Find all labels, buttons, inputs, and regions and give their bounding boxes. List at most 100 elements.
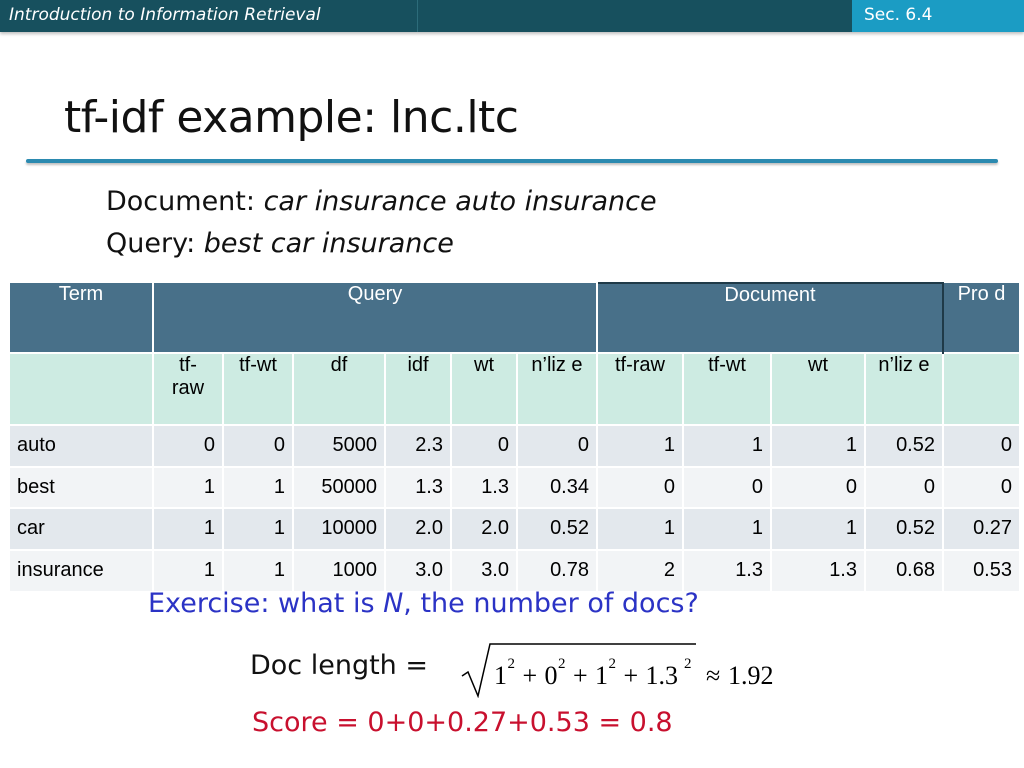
slide-header-bar: Introduction to Information Retrieval Se… [0, 0, 1024, 32]
subheader-cell: tf-raw [597, 352, 684, 425]
value-cell: 1 [223, 465, 294, 508]
doc-length-label: Doc length = [250, 650, 429, 681]
value-cell: 0.52 [865, 507, 944, 550]
value-cell: 0 [683, 465, 772, 508]
exercise-question: Exercise: what is N, the number of docs? [148, 588, 699, 619]
value-cell: 1 [153, 548, 224, 591]
subheader-cell: tf-wt [683, 352, 772, 425]
subheader-cell: wt [451, 352, 518, 425]
value-cell: 5000 [293, 424, 386, 467]
value-cell: 1 [223, 548, 294, 591]
value-cell: 1 [153, 465, 224, 508]
subheader-cell: df [293, 352, 386, 425]
value-cell: 0.78 [517, 548, 598, 591]
formula-term: 0 [545, 661, 558, 690]
subheader-cell [943, 352, 1021, 425]
subheader-cell: n’liz e [517, 352, 598, 425]
value-cell: 0.53 [943, 548, 1021, 591]
table-group-header-row: Term Query Document Pro d [10, 282, 1021, 353]
term-cell: insurance [10, 548, 154, 591]
query-label: Query: [106, 228, 204, 259]
value-cell: 1 [683, 424, 772, 467]
query-line: Query: best car insurance [106, 228, 454, 259]
value-cell: 0.34 [517, 465, 598, 508]
header-term: Term [10, 283, 154, 353]
value-cell: 0 [223, 424, 294, 467]
query-text: best car insurance [203, 228, 454, 259]
value-cell: 2.3 [385, 424, 452, 467]
subheader-cell: wt [771, 352, 866, 425]
header-prod: Pro d [943, 283, 1021, 353]
value-cell: 1000 [293, 548, 386, 591]
table-subheader-row: tf- raw tf-wt df idf wt n’liz e tf-raw tf-wt wt n… [10, 352, 1021, 425]
formula-exponent: 2 [684, 656, 692, 672]
value-cell: 0 [865, 465, 944, 508]
subheader-cell: idf [385, 352, 452, 425]
value-cell: 0 [451, 424, 518, 467]
document-label: Document: [106, 186, 264, 217]
doc-length-formula: 1 2 +0 2 +1 2 +1.3 2 ≈ 1.92 [461, 643, 774, 698]
value-cell: 1 [597, 507, 684, 550]
term-cell: car [10, 507, 154, 550]
exercise-after: , the number of docs? [403, 588, 699, 619]
value-cell: 0 [943, 465, 1021, 508]
value-cell: 1 [683, 507, 772, 550]
subheader-cell [10, 352, 154, 425]
term-cell: best [10, 465, 154, 508]
value-cell: 3.0 [385, 548, 452, 591]
value-cell: 50000 [293, 465, 386, 508]
plus-sign: + [573, 661, 588, 690]
slide-title: tf-idf example: lnc.ltc [64, 92, 519, 143]
value-cell: 1 [597, 424, 684, 467]
table-row: best 1 1 50000 1.3 1.3 0.34 0 0 0 0 0 [10, 465, 1021, 508]
tfidf-table: Term Query Document Pro d tf- raw tf-wt df… [10, 282, 1021, 591]
value-cell: 0.27 [943, 507, 1021, 550]
value-cell: 0 [943, 424, 1021, 467]
header-query: Query [153, 283, 598, 353]
value-cell: 1 [771, 507, 866, 550]
value-cell: 2.0 [385, 507, 452, 550]
value-cell: 1.3 [683, 548, 772, 591]
value-cell: 2 [597, 548, 684, 591]
value-cell: 1.3 [385, 465, 452, 508]
value-cell: 1.3 [771, 548, 866, 591]
value-cell: 0.68 [865, 548, 944, 591]
title-divider [26, 159, 998, 163]
formula-exponent: 2 [508, 656, 516, 672]
subheader-cell: n’liz e [865, 352, 944, 425]
table-row: auto 0 0 5000 2.3 0 0 1 1 1 0.52 0 [10, 424, 1021, 467]
value-cell: 3.0 [451, 548, 518, 591]
course-title: Introduction to Information Retrieval [0, 0, 418, 32]
value-cell: 1 [771, 424, 866, 467]
table-row: car 1 1 10000 2.0 2.0 0.52 1 1 1 0.52 0.27 [10, 507, 1021, 550]
table-body: auto 0 0 5000 2.3 0 0 1 1 1 0.52 0 best 1 1 50000 1.3 1.3… [10, 424, 1021, 591]
value-cell: 0 [517, 424, 598, 467]
formula-term: 1 [595, 661, 608, 690]
header-spacer [418, 0, 852, 32]
value-cell: 2.0 [451, 507, 518, 550]
formula-terms: 1 2 +0 2 +1 2 +1.3 2 [494, 656, 692, 690]
plus-sign: + [624, 661, 639, 690]
value-cell: 0 [153, 424, 224, 467]
value-cell: 0.52 [517, 507, 598, 550]
value-cell: 0.52 [865, 424, 944, 467]
approx-symbol: ≈ [706, 661, 720, 690]
plus-sign: + [523, 661, 538, 690]
exercise-var: N [383, 588, 404, 619]
header-document: Document [596, 282, 944, 353]
value-cell: 1 [223, 507, 294, 550]
formula-result: 1.92 [728, 661, 774, 690]
value-cell: 1.3 [451, 465, 518, 508]
value-cell: 0 [771, 465, 866, 508]
document-text: car insurance auto insurance [263, 186, 657, 217]
formula-term: 1.3 [646, 661, 679, 690]
score-line: Score = 0+0+0.27+0.53 = 0.8 [252, 707, 673, 738]
value-cell: 1 [153, 507, 224, 550]
value-cell: 10000 [293, 507, 386, 550]
value-cell: 0 [597, 465, 684, 508]
term-cell: auto [10, 424, 154, 467]
formula-term: 1 [494, 661, 507, 690]
section-tag: Sec. 6.4 [852, 0, 1024, 32]
document-line: Document: car insurance auto insurance [106, 186, 657, 217]
exercise-before: Exercise: what is [148, 588, 384, 619]
